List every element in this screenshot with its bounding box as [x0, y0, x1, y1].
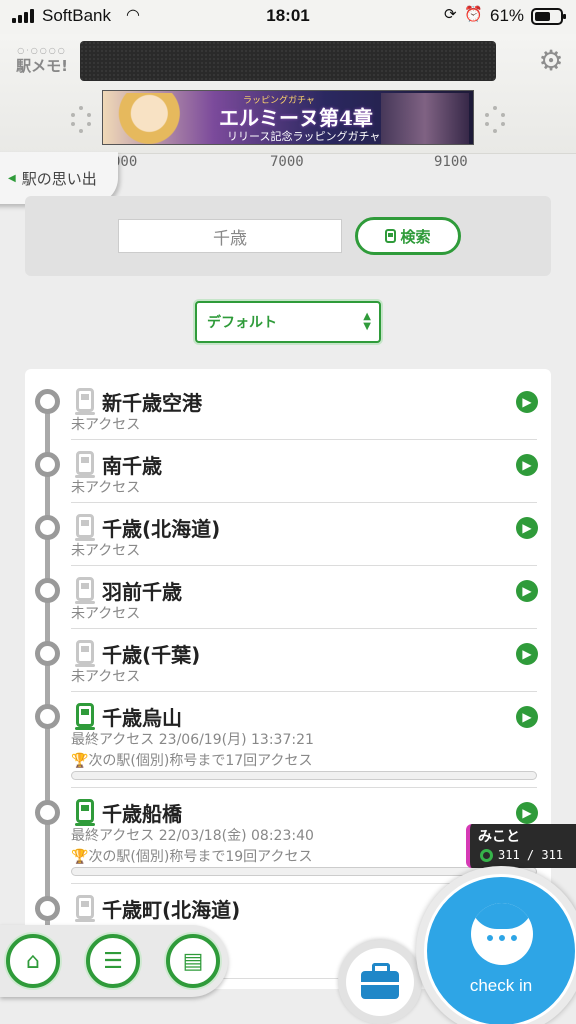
speaker-left [68, 106, 94, 134]
train-icon [75, 895, 95, 922]
divider [71, 628, 537, 629]
led-marquee [80, 41, 496, 81]
train-icon [75, 577, 95, 604]
station-list-icon: ▤ [182, 948, 204, 974]
station-status: 未アクセス [71, 669, 141, 685]
station-search-input[interactable] [118, 219, 342, 253]
train-icon [75, 514, 95, 541]
train-icon [75, 799, 95, 826]
station-node [35, 452, 60, 477]
user-badge[interactable]: みこと 311 / 311 [466, 824, 576, 868]
chevron-left-icon: ◀ [8, 172, 16, 184]
battery-percent: 61% [490, 6, 525, 25]
station-name: 羽前千歳 [102, 580, 182, 604]
station-node [35, 515, 60, 540]
station-name: 千歳烏山 [102, 706, 182, 730]
search-panel: 検索 [25, 196, 551, 276]
next-title-info: 🏆次の駅(個別)称号まで19回アクセス [71, 849, 313, 865]
divider [71, 439, 537, 440]
home-icon: ⌂ [26, 948, 40, 974]
briefcase-icon [361, 963, 399, 999]
station-name: 南千歳 [102, 454, 162, 478]
station-node [35, 641, 60, 666]
divider [71, 691, 537, 692]
search-button[interactable]: 検索 [355, 217, 461, 255]
station-status: 未アクセス [71, 417, 141, 433]
app-header: ○·○○○○ 駅メモ! ⚙ ラッピングガチャ エルミーヌ第4章 リリース記念ラッ… [0, 34, 576, 154]
rotation-lock-icon: ⟳ [444, 6, 457, 23]
chevron-right-icon[interactable]: ▶ [516, 517, 538, 539]
menu-train-button[interactable]: ☰ [86, 934, 140, 988]
chevron-right-icon[interactable]: ▶ [516, 454, 538, 476]
chevron-right-icon[interactable]: ▶ [516, 580, 538, 602]
mascot-icon [471, 903, 533, 965]
speaker-right [482, 106, 508, 134]
battery-icon [531, 8, 566, 25]
checkin-button[interactable]: check in [424, 874, 576, 1024]
item-bag-button[interactable] [346, 948, 414, 1016]
train-icon [75, 640, 95, 667]
alarm-icon: ⏰ [464, 6, 483, 23]
station-node [35, 800, 60, 825]
menu-train-icon: ☰ [103, 948, 123, 974]
event-banner[interactable]: ラッピングガチャ エルミーヌ第4章 リリース記念ラッピングガチャ [102, 90, 474, 145]
chevron-right-icon[interactable]: ▶ [516, 391, 538, 413]
progress-bar [71, 771, 537, 780]
train-icon [75, 703, 95, 730]
station-status: 最終アクセス 22/03/18(金) 08:23:40 [71, 828, 314, 844]
station-status: 未アクセス [71, 606, 141, 622]
station-status: 最終アクセス 23/06/19(月) 13:37:21 [71, 732, 314, 748]
banner-character-image-2 [381, 93, 469, 144]
station-node [35, 389, 60, 414]
train-icon [385, 229, 397, 243]
train-icon [75, 388, 95, 415]
battery-fill [535, 12, 550, 21]
station-status: 未アクセス [71, 480, 141, 496]
station-status: 未アクセス [71, 543, 141, 559]
next-title-info: 🏆次の駅(個別)称号まで17回アクセス [71, 753, 313, 769]
divider [71, 502, 537, 503]
station-name: 新千歳空港 [102, 391, 202, 415]
divider [71, 787, 537, 788]
app-logo: ○·○○○○ 駅メモ! [16, 46, 68, 75]
chevron-right-icon[interactable]: ▶ [516, 706, 538, 728]
station-node [35, 578, 60, 603]
status-bar: SoftBank ◠ 18:01 ⟳ ⏰ 61% [0, 0, 576, 34]
station-node [35, 896, 60, 921]
chevron-right-icon[interactable]: ▶ [516, 802, 538, 824]
station-name: 千歳(北海道) [102, 517, 221, 541]
ring-icon [480, 849, 493, 862]
divider [71, 565, 537, 566]
sort-select[interactable]: デフォルト ▲ ▼ [195, 301, 381, 343]
updown-arrow-icon: ▲ ▼ [363, 311, 371, 332]
station-name: 千歳(千葉) [102, 643, 201, 667]
home-button[interactable]: ⌂ [6, 934, 60, 988]
station-name: 千歳船橋 [102, 802, 182, 826]
chevron-right-icon[interactable]: ▶ [516, 643, 538, 665]
banner-character-image [107, 93, 201, 144]
train-icon [75, 451, 95, 478]
station-list-button[interactable]: ▤ [166, 934, 220, 988]
station-node [35, 704, 60, 729]
gear-icon[interactable]: ⚙ [536, 46, 566, 76]
station-name: 千歳町(北海道) [102, 898, 241, 922]
bottom-nav: ⌂ ☰ ▤ [0, 925, 228, 997]
